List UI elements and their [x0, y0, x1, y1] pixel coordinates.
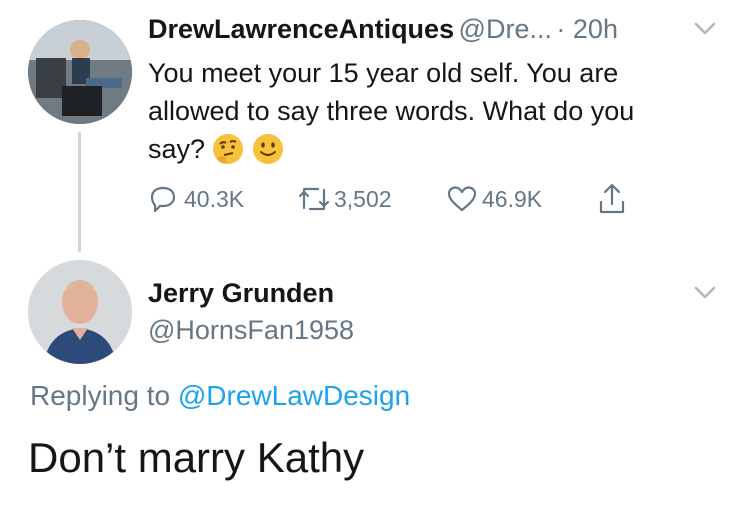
thinking-face-icon — [213, 134, 244, 164]
slightly-smiling-face-icon — [253, 134, 284, 164]
reply-icon — [150, 186, 176, 213]
reply-display-name[interactable]: Jerry Grunden — [148, 278, 334, 309]
chevron-down-icon[interactable] — [694, 22, 716, 41]
heart-icon — [447, 186, 477, 212]
tweet-display-name[interactable]: DrewLawrenceAntiques — [148, 14, 454, 44]
replying-to-line: Replying to @DrewLawDesign — [30, 380, 410, 412]
tweet-action-bar: 40.3K 3,502 46.9K — [148, 183, 668, 216]
retweet-icon — [298, 187, 330, 211]
reply-handle[interactable]: @HornsFan1958 — [148, 315, 354, 346]
tweet-timestamp[interactable]: · 20h — [556, 14, 618, 44]
tweet-text-line: allowed to say three words. What do you — [148, 96, 635, 126]
replying-to-handle-link[interactable]: @DrewLawDesign — [178, 380, 410, 411]
like-count: 46.9K — [482, 185, 543, 212]
thread-line — [78, 132, 81, 252]
tweet-header: DrewLawrenceAntiques @Dre... · 20h — [148, 14, 618, 45]
tweet-text-line: say? — [148, 134, 206, 164]
avatar-jerry-grunden[interactable] — [28, 260, 132, 364]
tweet-handle[interactable]: @Dre... — [459, 14, 552, 44]
retweet-count: 3,502 — [334, 185, 392, 212]
avatar-photo — [28, 20, 132, 124]
tweet-text-line: You meet your 15 year old self. You are — [148, 58, 619, 88]
retweet-button[interactable]: 3,502 — [296, 184, 392, 214]
reply-button[interactable]: 40.3K — [148, 184, 244, 214]
avatar-drewlawrenceantiques[interactable] — [28, 20, 132, 124]
reply-text: Don’t marry Kathy — [28, 434, 365, 481]
share-icon — [599, 183, 625, 214]
reply-count: 40.3K — [184, 185, 245, 212]
like-button[interactable]: 46.9K — [446, 184, 542, 214]
chevron-down-icon[interactable] — [694, 286, 716, 305]
tweet-text: You meet your 15 year old self. You are … — [148, 54, 728, 168]
avatar-photo — [28, 260, 132, 364]
replying-to-label: Replying to — [30, 380, 171, 411]
share-button[interactable] — [596, 182, 628, 221]
